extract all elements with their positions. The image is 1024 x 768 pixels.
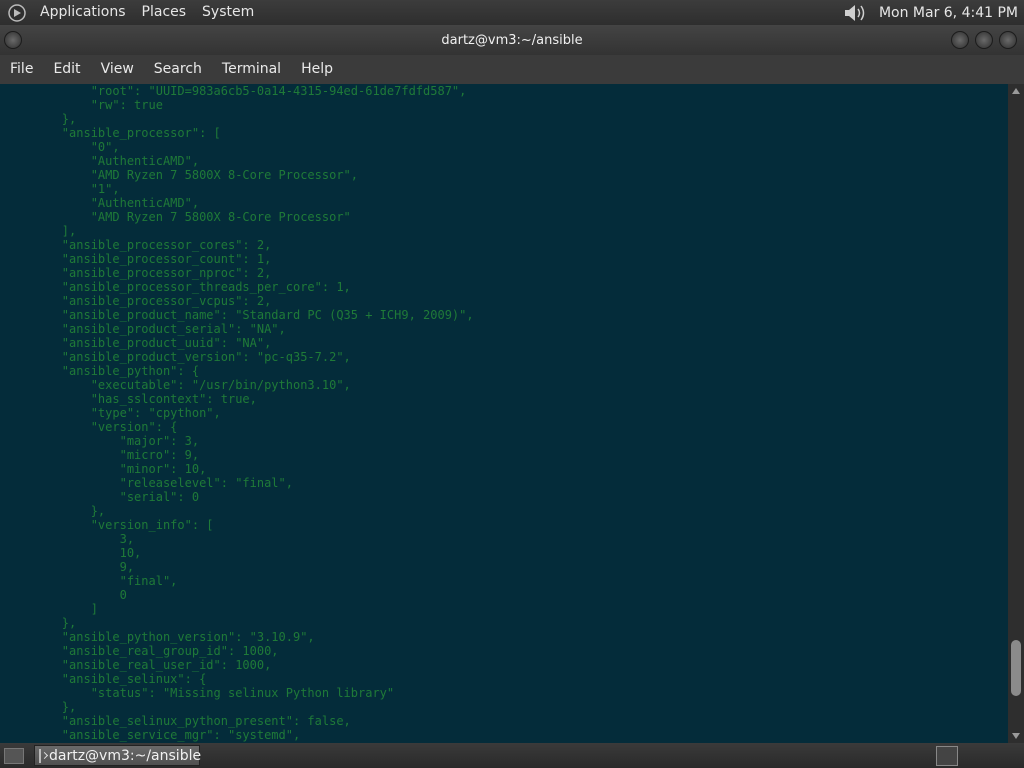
terminal-line: "ansible_selinux_python_present": false, xyxy=(61,714,351,728)
terminal-icon xyxy=(39,748,41,763)
clock[interactable]: Mon Mar 6, 4:41 PM xyxy=(875,5,1024,21)
terminal-line: ], xyxy=(61,224,77,238)
show-desktop-icon[interactable] xyxy=(4,747,24,764)
menu-terminal[interactable]: Terminal xyxy=(212,55,291,84)
terminal-line: "ansible_processor_threads_per_core": 1, xyxy=(61,280,351,294)
terminal-line: "minor": 10, xyxy=(119,462,207,476)
gnome-foot-icon[interactable] xyxy=(8,3,26,22)
terminal-output[interactable]: "root": "UUID=983a6cb5-0a14-4315-94ed-61… xyxy=(0,84,1008,743)
menu-help[interactable]: Help xyxy=(291,55,343,84)
terminal-line: "final", xyxy=(119,574,178,588)
scroll-up-arrow-icon[interactable] xyxy=(1012,88,1020,94)
terminal-line: "serial": 0 xyxy=(119,490,200,504)
terminal-line: "rw": true xyxy=(90,98,163,112)
terminal-line: "type": "cpython", xyxy=(90,406,221,420)
terminal-line: "status": "Missing selinux Python librar… xyxy=(90,686,395,700)
applications-menu[interactable]: Applications xyxy=(32,0,134,25)
terminal-line: "ansible_python_version": "3.10.9", xyxy=(61,630,315,644)
terminal-line: 3, xyxy=(119,532,135,546)
terminal-line: "ansible_python": { xyxy=(61,364,200,378)
terminal-line: ] xyxy=(90,602,98,616)
menu-edit[interactable]: Edit xyxy=(43,55,90,84)
terminal-line: "1", xyxy=(90,182,120,196)
terminal-line: "AMD Ryzen 7 5800X 8-Core Processor", xyxy=(90,168,359,182)
terminal-line: "ansible_real_user_id": 1000, xyxy=(61,658,272,672)
terminal-line: }, xyxy=(90,504,106,518)
taskbar-item-label: dartz@vm3:~/ansible xyxy=(49,747,202,764)
terminal-line: "ansible_product_serial": "NA", xyxy=(61,322,286,336)
terminal-line: "ansible_processor": [ xyxy=(61,126,221,140)
terminal-line: "releaselevel": "final", xyxy=(119,476,293,490)
close-button[interactable] xyxy=(999,31,1017,49)
terminal-line: "0", xyxy=(90,140,120,154)
terminal-line: "ansible_processor_cores": 2, xyxy=(61,238,272,252)
terminal-line: "ansible_product_name": "Standard PC (Q3… xyxy=(61,308,474,322)
terminal-line: "ansible_processor_count": 1, xyxy=(61,252,272,266)
terminal-line: "AMD Ryzen 7 5800X 8-Core Processor" xyxy=(90,210,351,224)
terminal-text: "root": "UUID=983a6cb5-0a14-4315-94ed-61… xyxy=(0,84,1008,742)
maximize-button[interactable] xyxy=(975,31,993,49)
terminal-line: "ansible_processor_vcpus": 2, xyxy=(61,294,272,308)
terminal-line: }, xyxy=(61,700,77,714)
terminal-line: "micro": 9, xyxy=(119,448,200,462)
terminal-line: 10, xyxy=(119,546,142,560)
terminal-line: "ansible_service_mgr": "systemd", xyxy=(61,728,301,742)
scroll-down-arrow-icon[interactable] xyxy=(1012,733,1020,739)
taskbar-item-terminal[interactable]: dartz@vm3:~/ansible xyxy=(34,745,202,766)
terminal-line: 9, xyxy=(119,560,135,574)
terminal-line: "root": "UUID=983a6cb5-0a14-4315-94ed-61… xyxy=(90,84,467,98)
menu-search[interactable]: Search xyxy=(144,55,212,84)
terminal-line: "executable": "/usr/bin/python3.10", xyxy=(90,378,351,392)
terminal-line: "ansible_real_group_id": 1000, xyxy=(61,644,279,658)
volume-icon[interactable] xyxy=(843,3,871,23)
scrollbar-thumb[interactable] xyxy=(1011,640,1021,696)
terminal-line: "ansible_processor_nproc": 2, xyxy=(61,266,272,280)
terminal-window: dartz@vm3:~/ansible File Edit View Searc… xyxy=(0,25,1024,743)
minimize-button[interactable] xyxy=(951,31,969,49)
window-titlebar[interactable]: dartz@vm3:~/ansible xyxy=(0,25,1024,55)
places-menu[interactable]: Places xyxy=(134,0,195,25)
terminal-line: }, xyxy=(61,616,77,630)
top-panel: Applications Places System Mon Mar 6, 4:… xyxy=(0,0,1024,25)
menubar: File Edit View Search Terminal Help xyxy=(0,55,1024,85)
window-title: dartz@vm3:~/ansible xyxy=(441,32,583,48)
terminal-line: 0 xyxy=(119,588,127,602)
workspace-switcher[interactable] xyxy=(936,745,958,766)
menu-view[interactable]: View xyxy=(91,55,144,84)
panel-tray: Mon Mar 6, 4:41 PM xyxy=(843,3,1024,23)
terminal-line: }, xyxy=(61,112,77,126)
terminal-line: "AuthenticAMD", xyxy=(90,196,200,210)
vertical-scrollbar[interactable] xyxy=(1008,84,1024,743)
window-menu-icon[interactable] xyxy=(4,31,22,49)
system-menu[interactable]: System xyxy=(194,0,262,25)
terminal-line: "ansible_product_uuid": "NA", xyxy=(61,336,272,350)
terminal-line: "ansible_product_version": "pc-q35-7.2", xyxy=(61,350,351,364)
terminal-line: "has_sslcontext": true, xyxy=(90,392,257,406)
terminal-line: "ansible_selinux": { xyxy=(61,672,207,686)
bottom-panel: dartz@vm3:~/ansible xyxy=(0,743,1024,768)
terminal-line: "version_info": [ xyxy=(90,518,214,532)
terminal-line: "version": { xyxy=(90,420,178,434)
terminal-line: "AuthenticAMD", xyxy=(90,154,200,168)
menu-file[interactable]: File xyxy=(0,55,43,84)
terminal-line: "major": 3, xyxy=(119,434,200,448)
